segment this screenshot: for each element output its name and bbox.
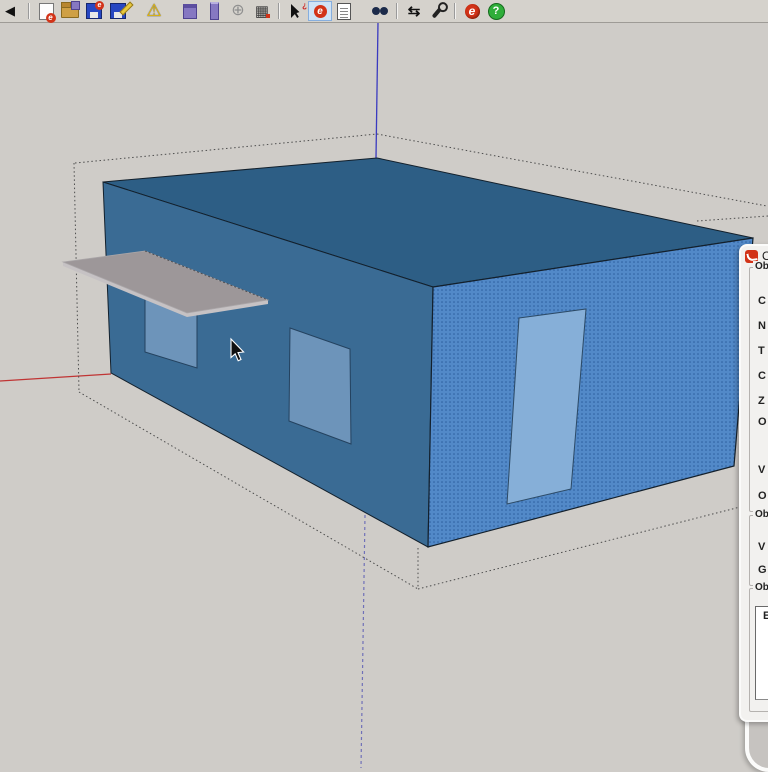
swap-arrows-icon: ⇆ xyxy=(408,4,421,19)
field-label-10: G xyxy=(758,564,767,576)
toolbar-button-grid[interactable]: ▦ xyxy=(250,1,274,21)
toolbar-button-clipped-left[interactable]: ◀ xyxy=(0,1,24,21)
field-label-9: V xyxy=(758,541,765,553)
group-3-label: Obj xyxy=(753,582,768,593)
column-icon xyxy=(210,2,219,20)
field-label-6: O xyxy=(758,416,767,428)
field-label-2: N xyxy=(758,320,766,332)
page-red-e-icon xyxy=(39,3,54,20)
binoculars-icon xyxy=(372,5,388,17)
open-folder-icon xyxy=(61,5,79,18)
toolbar-button-red-e-circle[interactable]: e xyxy=(460,1,484,21)
group-2-label: Obj xyxy=(753,509,768,520)
toolbar-separator xyxy=(28,3,30,19)
toolbar-button-select-arrow[interactable] xyxy=(284,1,308,21)
field-label-7: V xyxy=(758,464,765,476)
cube-icon xyxy=(183,4,197,19)
toolbar-button-red-e[interactable]: e xyxy=(308,1,332,21)
toolbar-button-page-red-e[interactable] xyxy=(34,1,58,21)
field-label-5: Z xyxy=(758,395,765,407)
globe-icon: ⊕ xyxy=(231,3,244,19)
red-e-circle-icon: e xyxy=(465,4,480,19)
3d-viewport[interactable] xyxy=(0,0,768,768)
red-e-icon: e xyxy=(314,5,327,18)
toolbar-button-help[interactable]: ? xyxy=(484,1,508,21)
toolbar-button-open-folder[interactable] xyxy=(58,1,82,21)
toolbar-button-outline-doc[interactable] xyxy=(332,1,356,21)
toolbar-button-warning[interactable]: ⚠ xyxy=(142,1,166,21)
toolbar-button-binoculars[interactable] xyxy=(368,1,392,21)
outline-doc-icon xyxy=(337,3,351,20)
toolbar-button-save-floppy[interactable] xyxy=(82,1,106,21)
save-as-floppy-icon xyxy=(110,3,126,19)
toolbar-button-cube[interactable] xyxy=(178,1,202,21)
field-label-1: C xyxy=(758,295,766,307)
object-properties-panel[interactable]: O Obj C N T C Z O V O Obj V G Obj E xyxy=(739,244,768,722)
main-toolbar: ◀ ⚠ ⊕ ▦ e ⇆ e? xyxy=(0,0,768,23)
toolbar-button-swap-arrows[interactable]: ⇆ xyxy=(402,1,426,21)
toolbar-button-column[interactable] xyxy=(202,1,226,21)
warning-icon: ⚠ xyxy=(146,2,161,20)
listbox-item-1[interactable]: E xyxy=(763,610,768,622)
field-label-4: C xyxy=(758,370,766,382)
toolbar-separator xyxy=(454,3,456,19)
save-floppy-icon xyxy=(86,3,102,19)
wrench-icon xyxy=(432,4,445,18)
select-arrow-icon xyxy=(291,4,301,18)
grid-icon: ▦ xyxy=(255,4,269,19)
field-label-3: T xyxy=(758,345,765,357)
toolbar-separator xyxy=(396,3,398,19)
toolbar-button-wrench[interactable] xyxy=(426,1,450,21)
panel-listbox[interactable]: E xyxy=(755,606,768,700)
toolbar-button-globe[interactable]: ⊕ xyxy=(226,1,250,21)
toolbar-button-save-as-floppy[interactable] xyxy=(106,1,130,21)
help-icon: ? xyxy=(488,3,505,20)
group-1-label: Obj xyxy=(753,261,768,272)
field-label-8: O xyxy=(758,490,767,502)
toolbar-separator xyxy=(278,3,280,19)
clipped-left-icon: ◀ xyxy=(5,3,15,19)
